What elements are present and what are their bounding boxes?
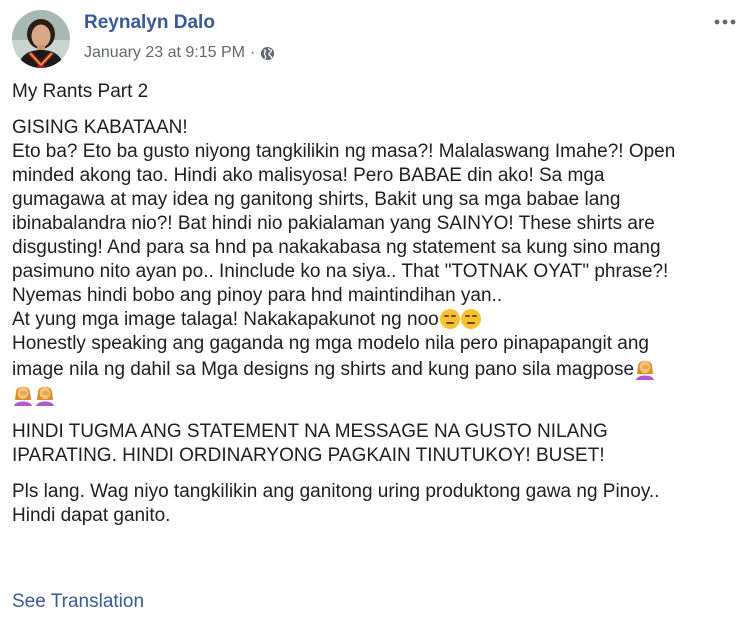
globe-icon[interactable] (260, 46, 275, 61)
text-line: pasimuno nito ayan po.. Ininclude ko na … (12, 261, 669, 282)
woman-facepalming-icon (36, 386, 54, 406)
text-line: IPARATING. HINDI ORDINARYONG PAGKAIN TIN… (12, 445, 605, 466)
post-paragraph-1: GISING KABATAAN! Eto ba? Eto ba gusto ni… (12, 116, 742, 408)
more-horizontal-icon (714, 19, 736, 25)
meta-separator: · (249, 44, 256, 61)
text-line-with-emoji: image nila ng dahil sa Mga designs ng sh… (12, 356, 742, 382)
avatar[interactable] (12, 10, 70, 68)
facebook-post: Reynalyn Dalo January 23 at 9:15 PM · My… (0, 0, 750, 620)
post-paragraph-3: Pls lang. Wag niyo tangkilikin ang ganit… (12, 480, 742, 528)
text-line: Honestly speaking ang gaganda ng mga mod… (12, 333, 649, 354)
woman-facepalming-icon (636, 360, 655, 380)
persevering-face-icon (460, 309, 481, 329)
post-meta: January 23 at 9:15 PM · (84, 44, 275, 62)
woman-facepalming-icon (14, 386, 32, 406)
unamused-face-icon (439, 309, 460, 329)
author-name[interactable]: Reynalyn Dalo (84, 12, 215, 34)
text-line: Pls lang. Wag niyo tangkilikin ang ganit… (12, 481, 660, 502)
text-line-with-emoji: At yung mga image talaga! Nakakapakunot … (12, 308, 742, 332)
profile-photo (12, 10, 70, 68)
post-title: My Rants Part 2 (12, 81, 149, 102)
emoji-line (12, 382, 742, 408)
text-line: ibinabalandra nio?! Bat hindi nio pakial… (12, 213, 655, 234)
text-line: HINDI TUGMA ANG STATEMENT NA MESSAGE NA … (12, 421, 608, 442)
text-line: Nyemas hindi bobo ang pinoy para hnd mai… (12, 285, 503, 306)
text-line: gumagawa at may idea ng ganitong shirts,… (12, 189, 621, 210)
text-line: Hindi dapat ganito. (12, 505, 171, 526)
post-timestamp[interactable]: January 23 at 9:15 PM (84, 44, 245, 62)
see-translation-link[interactable]: See Translation (12, 591, 144, 613)
post-paragraph-2: HINDI TUGMA ANG STATEMENT NA MESSAGE NA … (12, 420, 742, 468)
post-content: My Rants Part 2 GISING KABATAAN! Eto ba?… (12, 80, 742, 540)
text-line: GISING KABATAAN! (12, 117, 188, 138)
text-line: Eto ba? Eto ba gusto niyong tangkilikin … (12, 141, 676, 162)
text-line: minded akong tao. Hindi ako malisyosa! P… (12, 165, 605, 186)
more-options-button[interactable] (708, 8, 742, 36)
text-line: disgusting! And para sa hnd pa nakakabas… (12, 237, 661, 258)
